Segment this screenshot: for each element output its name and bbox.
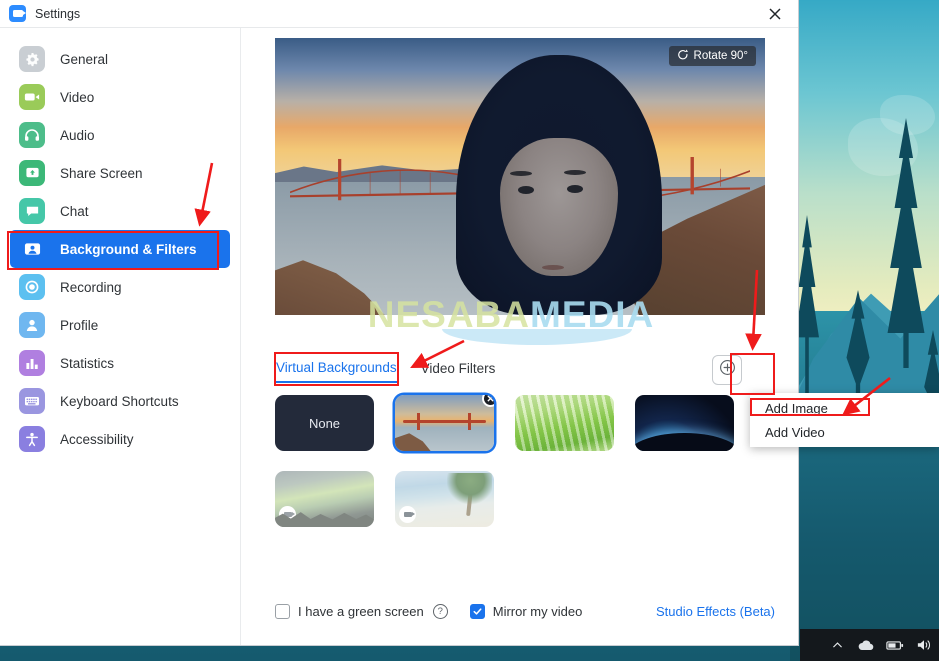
close-icon[interactable] <box>752 0 798 28</box>
sidebar-item-profile[interactable]: Profile <box>10 306 230 344</box>
background-thumbnail-grid: None <box>275 395 775 527</box>
studio-effects-link[interactable]: Studio Effects (Beta) <box>656 604 775 619</box>
remove-background-icon[interactable] <box>482 395 494 407</box>
background-thumb-space[interactable] <box>635 395 734 451</box>
green-screen-checkbox[interactable] <box>275 603 290 619</box>
preview-face <box>500 137 618 277</box>
video-background-icon <box>279 506 296 523</box>
sidebar-item-audio[interactable]: Audio <box>10 116 230 154</box>
sidebar-item-label: General <box>60 51 109 67</box>
sidebar-item-chat[interactable]: Chat <box>10 192 230 230</box>
sidebar-item-background-and-filters[interactable]: Background & Filters <box>10 230 230 268</box>
record-icon <box>19 274 45 300</box>
video-preview[interactable]: Rotate 90° <box>275 38 765 315</box>
video-background-icon <box>399 506 416 523</box>
sidebar-item-label: Recording <box>60 279 122 295</box>
preview-eye <box>517 186 534 195</box>
background-tabs: Virtual Backgrounds Video Filters <box>275 353 765 387</box>
bridge-cliff <box>395 433 431 451</box>
share-screen-icon <box>19 160 45 186</box>
preview-eyebrow <box>510 170 533 176</box>
person-card-icon <box>19 236 45 262</box>
background-thumb-beach[interactable] <box>395 471 494 527</box>
sidebar-item-label: Chat <box>60 203 89 219</box>
background-thumb-aurora[interactable] <box>275 471 374 527</box>
sidebar-item-label: Profile <box>60 317 99 333</box>
preview-eye <box>566 184 583 193</box>
sidebar-item-general[interactable]: General <box>10 40 230 78</box>
mirror-video-checkbox[interactable] <box>469 603 485 619</box>
tab-video-filters[interactable]: Video Filters <box>420 358 497 382</box>
rotate-icon <box>677 49 689 64</box>
sidebar-item-label: Audio <box>60 127 95 143</box>
sidebar-item-label: Statistics <box>60 355 115 371</box>
chat-bubble-icon <box>19 198 45 224</box>
sidebar-item-share-screen[interactable]: Share Screen <box>10 154 230 192</box>
add-background-button[interactable] <box>712 355 742 385</box>
background-thumb-none[interactable]: None <box>275 395 374 451</box>
settings-sidebar: General Video Audio Share Screen Chat Ba… <box>0 28 241 645</box>
mirror-video-label: Mirror my video <box>492 603 583 619</box>
tab-virtual-backgrounds[interactable]: Virtual Backgrounds <box>275 357 398 383</box>
rotate-label: Rotate 90° <box>693 50 748 62</box>
background-thumb-bridge[interactable] <box>395 395 494 451</box>
preview-eyebrow <box>564 169 587 175</box>
chevron-up-icon[interactable] <box>828 636 846 654</box>
zoom-settings-window: Settings General Video Audio Share Scree… <box>0 0 798 645</box>
bridge-tower <box>468 412 472 430</box>
sidebar-item-accessibility[interactable]: Accessibility <box>10 420 230 458</box>
sidebar-item-label: Background & Filters <box>60 241 197 257</box>
background-thumb-label: None <box>308 415 341 431</box>
sidebar-item-video[interactable]: Video <box>10 78 230 116</box>
bridge-tower <box>416 412 420 430</box>
profile-icon <box>19 312 45 338</box>
background-options-row: I have a green screen ? Mirror my video … <box>275 597 775 625</box>
sidebar-item-keyboard-shortcuts[interactable]: Keyboard Shortcuts <box>10 382 230 420</box>
title-bar: Settings <box>0 0 798 28</box>
zoom-logo-icon <box>9 5 26 22</box>
bar-chart-icon <box>19 350 45 376</box>
keyboard-icon <box>19 388 45 414</box>
add-background-menu: Add Image Add Video <box>750 393 939 447</box>
headphones-icon <box>19 122 45 148</box>
green-screen-label: I have a green screen <box>298 603 424 619</box>
sidebar-item-statistics[interactable]: Statistics <box>10 344 230 382</box>
accessibility-icon <box>19 426 45 452</box>
speaker-icon[interactable] <box>915 636 933 654</box>
onedrive-cloud-icon[interactable] <box>857 636 875 654</box>
windows-taskbar[interactable] <box>800 629 939 661</box>
sidebar-item-label: Share Screen <box>60 165 143 181</box>
sidebar-item-label: Accessibility <box>60 431 134 447</box>
battery-icon[interactable] <box>886 636 904 654</box>
window-title: Settings <box>35 6 81 21</box>
watermark-swoosh-icon <box>442 329 632 345</box>
plus-circle-icon <box>719 359 736 381</box>
menu-item-add-image[interactable]: Add Image <box>750 396 939 420</box>
sidebar-item-recording[interactable]: Recording <box>10 268 230 306</box>
sidebar-item-label: Keyboard Shortcuts <box>60 393 179 409</box>
video-camera-icon <box>19 84 45 110</box>
gear-icon <box>19 46 45 72</box>
rotate-90-button[interactable]: Rotate 90° <box>668 46 756 66</box>
question-mark-icon[interactable]: ? <box>432 603 448 619</box>
background-filters-panel: Rotate 90° NESABAMEDIA Virtual Backgroun… <box>241 28 798 645</box>
background-thumb-grass[interactable] <box>515 395 614 451</box>
sidebar-item-label: Video <box>60 89 95 105</box>
menu-item-add-video[interactable]: Add Video <box>750 420 939 444</box>
